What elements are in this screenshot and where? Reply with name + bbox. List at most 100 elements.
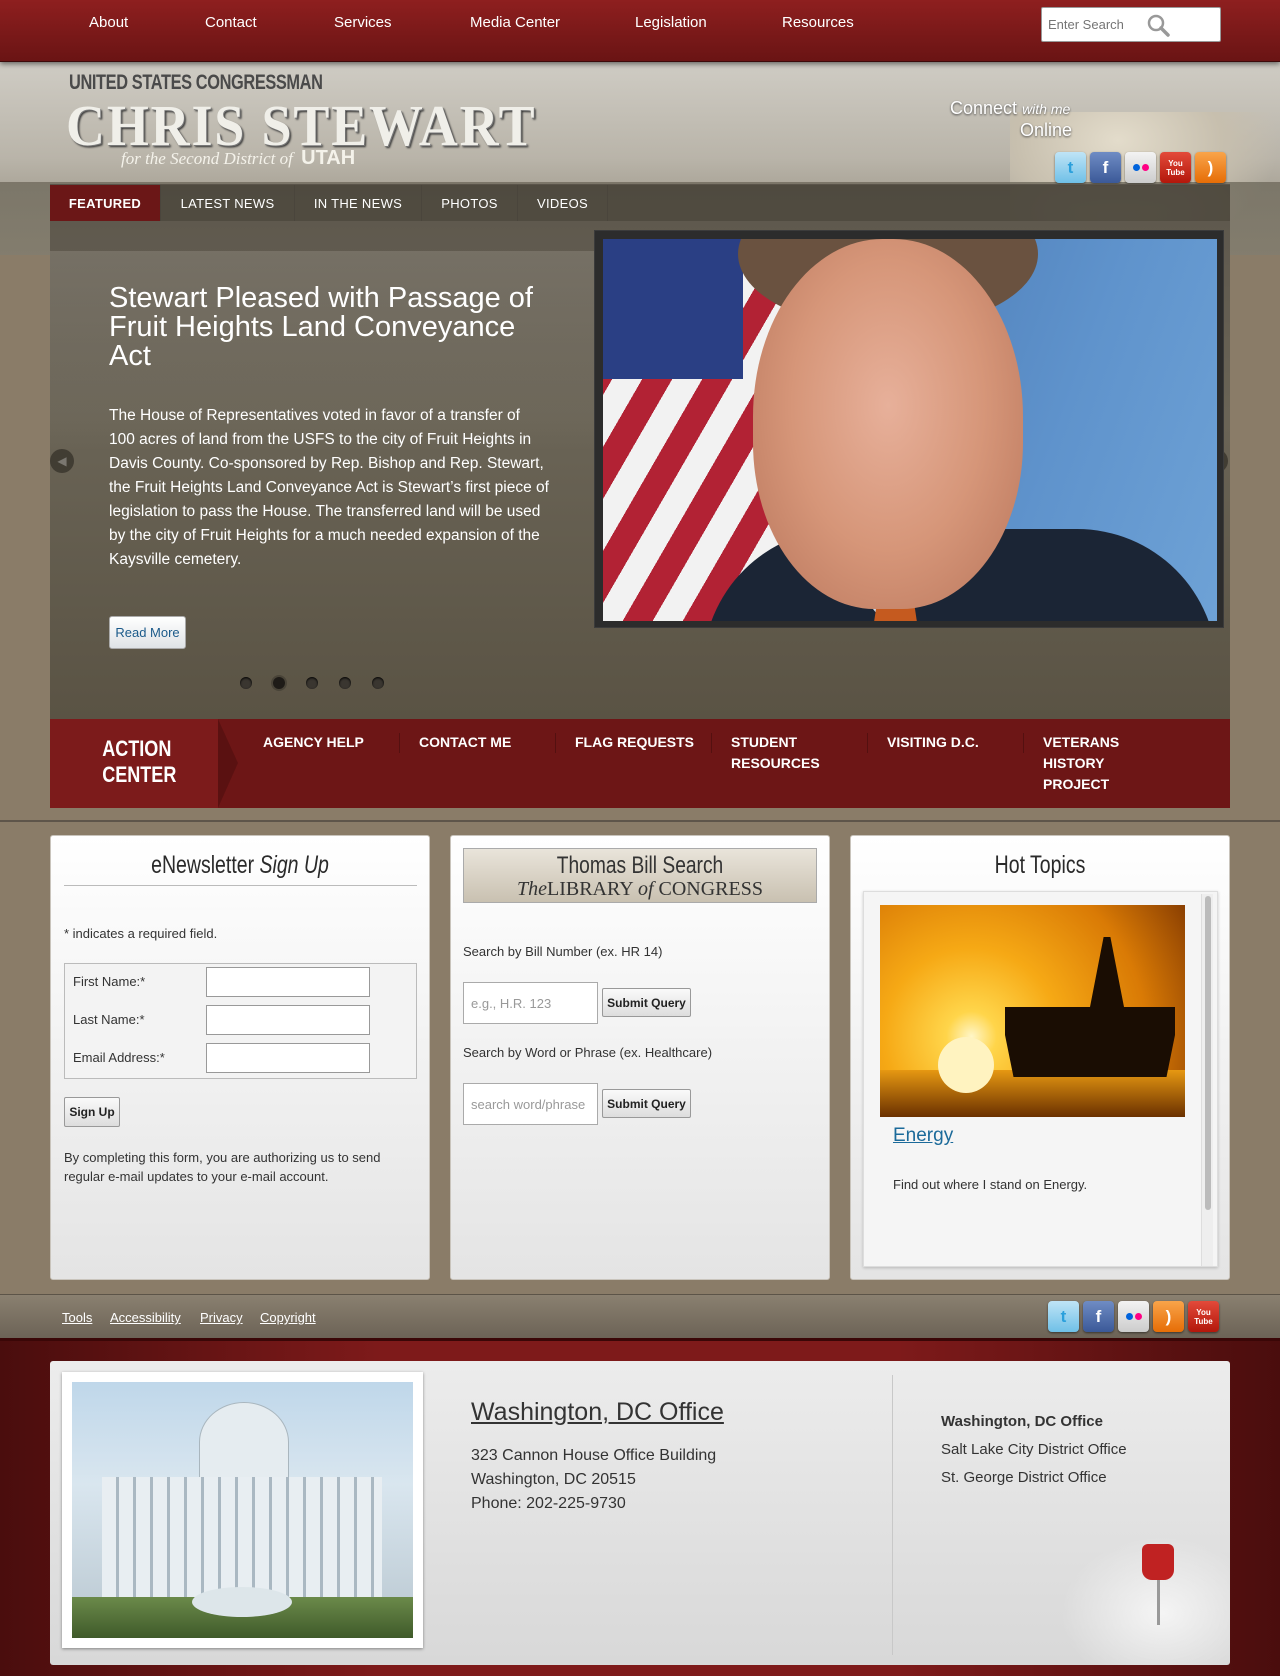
- tab-latest-news[interactable]: LATEST NEWS: [161, 185, 295, 222]
- office-address-line-1: 323 Cannon House Office Building: [471, 1447, 717, 1464]
- office-tab-salt-lake-city[interactable]: Salt Lake City District Office: [941, 1441, 1127, 1458]
- slide-dot[interactable]: [339, 677, 351, 689]
- header-social-links: t f You Tube ): [1055, 152, 1226, 183]
- energy-topic-link[interactable]: Energy: [893, 1125, 953, 1147]
- office-tab-st-george[interactable]: St. George District Office: [941, 1469, 1107, 1486]
- nav-legislation[interactable]: Legislation: [635, 14, 707, 31]
- tab-featured[interactable]: FEATURED: [50, 185, 161, 222]
- facebook-icon[interactable]: f: [1090, 152, 1121, 183]
- footer-link-copyright[interactable]: Copyright: [260, 1310, 316, 1325]
- capitol-building-photo: [72, 1382, 413, 1638]
- congressman-portrait-photo: [603, 239, 1217, 621]
- tab-in-the-news[interactable]: IN THE NEWS: [295, 185, 422, 222]
- nav-resources[interactable]: Resources: [782, 14, 854, 31]
- previous-slide-arrow-icon[interactable]: ◀: [50, 449, 74, 473]
- hot-topics-carousel: Energy Find out where I stand on Energy.: [863, 891, 1218, 1267]
- feature-photo-frame: [594, 230, 1224, 628]
- slide-dot-active[interactable]: [273, 677, 285, 689]
- office-tab-washington[interactable]: Washington, DC Office: [941, 1413, 1103, 1430]
- rss-icon[interactable]: ): [1195, 152, 1226, 183]
- footer-link-privacy[interactable]: Privacy: [200, 1310, 243, 1325]
- bill-number-submit-button[interactable]: Submit Query: [602, 988, 691, 1017]
- search-icon[interactable]: [1146, 13, 1172, 39]
- rss-icon[interactable]: ): [1153, 1301, 1184, 1332]
- last-name-label: Last Name:*: [73, 1012, 145, 1027]
- top-navigation: About Contact Services Media Center Legi…: [0, 0, 1280, 62]
- footer-social-links: t f ) You Tube: [1048, 1301, 1219, 1332]
- newsletter-disclaimer: By completing this form, you are authori…: [64, 1150, 381, 1184]
- connect-text: Connect: [950, 98, 1018, 118]
- bill-search-title: Thomas Bill Search: [556, 852, 724, 879]
- library-of-congress-banner: Thomas Bill Search TheLIBRARY of CONGRES…: [463, 848, 817, 903]
- energy-topic-image[interactable]: [880, 905, 1185, 1117]
- library-of-congress-logo: TheLIBRARY of CONGRESS: [517, 878, 763, 900]
- action-veterans-history-project[interactable]: VETERANS HISTORY PROJECT: [1043, 732, 1153, 795]
- header-district: for the Second District of UTAH: [121, 147, 355, 170]
- flickr-icon[interactable]: [1125, 152, 1156, 183]
- newsletter-title: eNewsletter Sign Up: [151, 851, 329, 879]
- section-divider: [0, 820, 1280, 822]
- feature-title[interactable]: Stewart Pleased with Passage of Fruit He…: [109, 284, 559, 371]
- sign-up-button[interactable]: Sign Up: [64, 1097, 120, 1127]
- flickr-icon[interactable]: [1118, 1301, 1149, 1332]
- nav-services[interactable]: Services: [334, 14, 392, 31]
- hot-topics-title: Hot Topics: [994, 851, 1086, 879]
- tab-videos[interactable]: VIDEOS: [518, 185, 608, 222]
- nav-media-center[interactable]: Media Center: [470, 14, 560, 31]
- bill-phrase-input[interactable]: search word/phrase: [463, 1083, 598, 1125]
- site-footer: Washington, DC Office 323 Cannon House O…: [0, 1338, 1280, 1676]
- action-visiting-dc[interactable]: VISITING D.C.: [887, 732, 1017, 753]
- featured-tabs: FEATURED LATEST NEWS IN THE NEWS PHOTOS …: [50, 184, 1230, 222]
- action-contact-me[interactable]: CONTACT ME: [419, 732, 549, 753]
- state-text: UTAH: [301, 147, 356, 169]
- slide-pagination: [240, 677, 384, 689]
- feature-body: The House of Representatives voted in fa…: [109, 407, 549, 568]
- connect-with-text: with me: [1022, 101, 1071, 117]
- district-text: for the Second District of: [121, 149, 293, 168]
- email-field[interactable]: [206, 1043, 370, 1073]
- footer-link-tools[interactable]: Tools: [62, 1310, 92, 1325]
- connect-heading: Connect with me: [950, 98, 1070, 119]
- office-phone: Phone: 202-225-9730: [471, 1495, 626, 1512]
- hot-topics-panel: Hot Topics Energy Find out where I stand…: [850, 835, 1230, 1280]
- bill-phrase-label: Search by Word or Phrase (ex. Healthcare…: [463, 1045, 713, 1060]
- action-center: ACTION CENTER AGENCY HELP CONTACT ME FLAG…: [50, 719, 1230, 808]
- slide-dot[interactable]: [372, 677, 384, 689]
- slide-dot[interactable]: [240, 677, 252, 689]
- required-note: * indicates a required field.: [64, 926, 218, 941]
- newsletter-form: First Name:* Last Name:* Email Address:*: [64, 963, 417, 1079]
- twitter-icon[interactable]: t: [1055, 152, 1086, 183]
- office-title-link[interactable]: Washington, DC Office: [471, 1398, 724, 1427]
- feature-slideshow: Stewart Pleased with Passage of Fruit He…: [50, 221, 1230, 719]
- connect-online-text: Online: [1020, 120, 1073, 140]
- twitter-icon[interactable]: t: [1048, 1301, 1079, 1332]
- map-pin-icon: [1060, 1536, 1230, 1665]
- bill-number-label: Search by Bill Number (ex. HR 14): [463, 944, 663, 959]
- action-agency-help[interactable]: AGENCY HELP: [263, 732, 393, 753]
- office-address-line-2: Washington, DC 20515: [471, 1471, 636, 1488]
- first-name-field[interactable]: [206, 967, 370, 997]
- action-flag-requests[interactable]: FLAG REQUESTS: [575, 732, 705, 753]
- slide-dot[interactable]: [306, 677, 318, 689]
- bill-search-panel: Thomas Bill Search TheLIBRARY of CONGRES…: [450, 835, 830, 1280]
- facebook-icon[interactable]: f: [1083, 1301, 1114, 1332]
- youtube-icon[interactable]: You Tube: [1188, 1301, 1219, 1332]
- hot-topics-scrollbar[interactable]: [1201, 894, 1213, 1266]
- footer-link-bar: Tools Accessibility Privacy Copyright t …: [0, 1294, 1280, 1338]
- last-name-field[interactable]: [206, 1005, 370, 1035]
- search-box: [1041, 7, 1221, 42]
- footer-link-accessibility[interactable]: Accessibility: [110, 1310, 181, 1325]
- youtube-icon[interactable]: You Tube: [1160, 152, 1191, 183]
- newsletter-panel: eNewsletter Sign Up * indicates a requir…: [50, 835, 430, 1280]
- capitol-photo-frame: [62, 1372, 423, 1648]
- first-name-label: First Name:*: [73, 974, 146, 989]
- bill-number-input[interactable]: e.g., H.R. 123: [463, 982, 598, 1024]
- nav-about[interactable]: About: [89, 14, 128, 31]
- energy-topic-description: Find out where I stand on Energy.: [893, 1177, 1088, 1192]
- action-student-resources[interactable]: STUDENT RESOURCES: [731, 732, 861, 774]
- read-more-button[interactable]: Read More: [109, 616, 186, 649]
- tab-photos[interactable]: PHOTOS: [422, 185, 518, 222]
- action-center-title: ACTION CENTER: [102, 736, 177, 787]
- bill-phrase-submit-button[interactable]: Submit Query: [602, 1089, 691, 1118]
- nav-contact[interactable]: Contact: [205, 14, 257, 31]
